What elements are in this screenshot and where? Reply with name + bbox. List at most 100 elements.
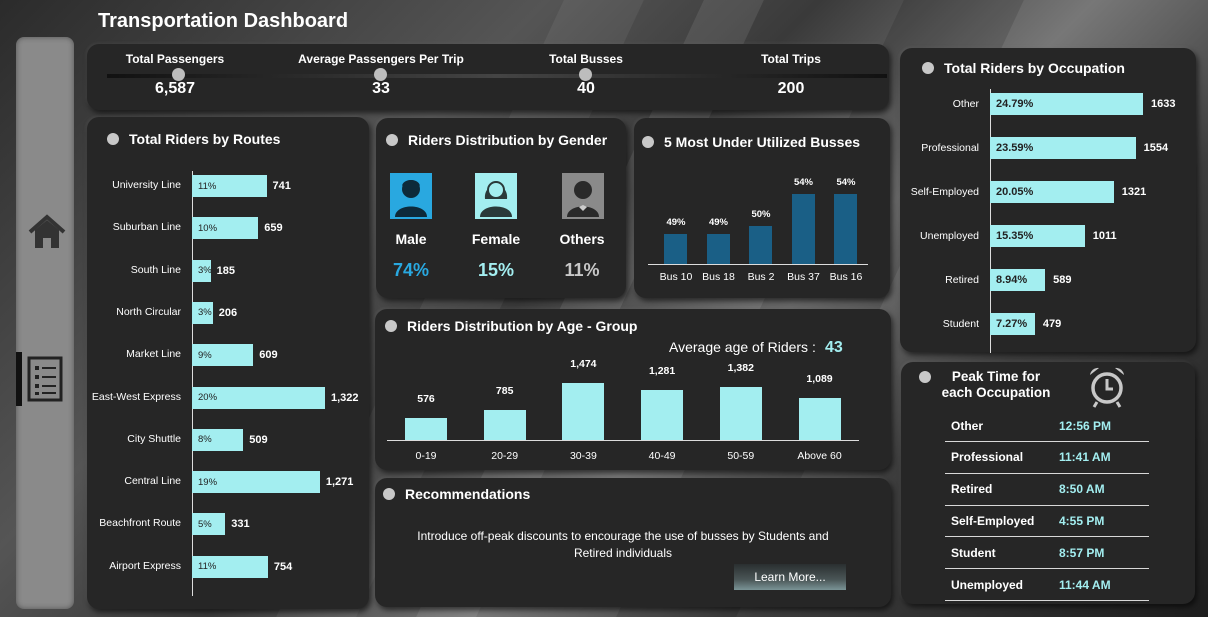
routes-title: Total Riders by Routes (107, 131, 280, 147)
age-title: Riders Distribution by Age - Group (385, 318, 638, 334)
other-user-icon (562, 173, 604, 219)
age-title-text: Riders Distribution by Age - Group (407, 318, 638, 334)
peak-row: Professional 11:41 AM (945, 442, 1149, 474)
gender-pct: 15% (477, 260, 515, 280)
age-category: 40-49 (648, 450, 676, 462)
age-bar (483, 409, 526, 440)
occupation-label: Student (942, 318, 979, 330)
age-category: 0-19 (415, 450, 437, 462)
route-label: East-West Express (91, 390, 181, 403)
route-label: Central Line (124, 475, 181, 488)
occupation-bar: 15.35% (990, 225, 1085, 247)
peak-time: 4:55 PM (1059, 513, 1105, 528)
male-user-icon (390, 173, 432, 219)
age-bar (798, 397, 841, 440)
bus-bar-label: 50% (751, 209, 771, 220)
route-bar: 3% (192, 301, 213, 324)
age-bar-label: 1,474 (570, 358, 597, 370)
kpi-panel: Total Passengers 6,587 Average Passenger… (87, 44, 889, 110)
route-value: 1,322 (331, 391, 359, 404)
occupation-title-text: Total Riders by Occupation (944, 60, 1125, 76)
peak-occupation: Self-Employed (951, 513, 1035, 528)
nav-report[interactable] (16, 352, 66, 406)
kpi-knob (172, 68, 185, 81)
route-bar: 11% (192, 175, 267, 197)
route-value: 659 (264, 222, 283, 235)
sidebar (16, 37, 74, 609)
kpi-total-trips: Total Trips 200 (741, 52, 841, 98)
route-label: South Line (130, 263, 181, 276)
kpi-label: Total Passengers (125, 52, 225, 66)
peak-row: Unemployed 11:44 AM (945, 569, 1149, 601)
nav-home[interactable] (27, 212, 67, 252)
occupation-label: Self-Employed (910, 186, 979, 198)
peak-title-line2: each Occupation (941, 385, 1051, 400)
occupation-bar: 8.94% (990, 269, 1046, 291)
occupation-label: Unemployed (920, 230, 979, 242)
occupation-bar: 20.05% (990, 181, 1114, 203)
age-bar-label: 576 (417, 392, 435, 405)
age-bar-label: 1,281 (648, 365, 676, 378)
kpi-value: 200 (777, 80, 805, 97)
report-list-icon (27, 356, 63, 402)
route-bar: 5% (192, 513, 226, 536)
age-panel: Riders Distribution by Age - Group Avera… (375, 309, 891, 470)
peak-row: Student 8:57 PM (945, 537, 1149, 570)
route-label: University Line (112, 179, 181, 191)
learn-more-button[interactable]: Learn More... (734, 564, 846, 590)
route-label: Airport Express (109, 559, 181, 572)
bullet-icon (642, 136, 654, 148)
peak-row: Self-Employed 4:55 PM (945, 505, 1149, 538)
kpi-label: Average Passengers Per Trip (298, 52, 464, 66)
route-bar: 11% (192, 555, 268, 578)
home-icon (28, 214, 66, 248)
route-value: 754 (273, 560, 293, 573)
kpi-value: 33 (372, 80, 390, 97)
route-bar: 10% (192, 217, 259, 240)
age-bar-label: 1,089 (806, 372, 833, 385)
route-label: North Circular (116, 305, 181, 318)
route-label: Suburban Line (112, 221, 181, 234)
routes-panel: Total Riders by Routes University Line 11… (87, 117, 369, 609)
route-value: 509 (249, 433, 268, 446)
gender-pct: 74% (392, 260, 430, 280)
age-bar (641, 390, 684, 440)
route-bar: 19% (192, 471, 320, 494)
occupation-bar: 23.59% (990, 137, 1136, 159)
peak-time: 8:57 PM (1059, 545, 1105, 560)
age-category: 50-59 (727, 450, 755, 462)
peak-time: 12:56 PM (1059, 418, 1112, 433)
peak-occupation: Other (951, 418, 984, 433)
gender-title-text: Riders Distribution by Gender (408, 132, 608, 148)
bullet-icon (922, 62, 934, 74)
route-value: 741 (272, 180, 291, 192)
bullet-icon (383, 488, 395, 500)
peak-occupation: Professional (951, 450, 1024, 465)
occupation-bar: 7.27% (990, 313, 1035, 335)
bullet-icon (919, 371, 931, 383)
peak-row: Retired 8:50 AM (945, 474, 1149, 506)
gender-title: Riders Distribution by Gender (386, 132, 607, 148)
alarm-clock-icon (1090, 367, 1124, 408)
occupation-value: 589 (1053, 274, 1072, 286)
route-bar: 9% (192, 344, 254, 367)
occupation-panel: Total Riders by Occupation Other 24.79% 16… (900, 48, 1196, 353)
bus-bar (706, 234, 730, 264)
route-bar: 8% (192, 428, 244, 451)
recommendations-panel: Recommendations Introduce off-peak disco… (375, 478, 891, 607)
occupation-value: 1633 (1151, 98, 1176, 110)
bus-bar (791, 194, 815, 264)
age-bar (562, 383, 605, 440)
axis-line (387, 440, 859, 441)
occupation-value: 1321 (1121, 186, 1147, 198)
peak-occupation: Unemployed (951, 577, 1024, 592)
recommendations-title-text: Recommendations (405, 486, 531, 502)
occupation-label: Retired (945, 274, 979, 286)
underutilized-title-text: 5 Most Under Utilized Busses (664, 134, 861, 150)
route-label: Beachfront Route (99, 517, 181, 530)
peak-time: 8:50 AM (1059, 482, 1105, 497)
peak-occupation: Student (951, 545, 996, 560)
dashboard-title: Transportation Dashboard (98, 10, 349, 32)
kpi-knob (374, 68, 387, 81)
female-user-icon (475, 173, 517, 219)
